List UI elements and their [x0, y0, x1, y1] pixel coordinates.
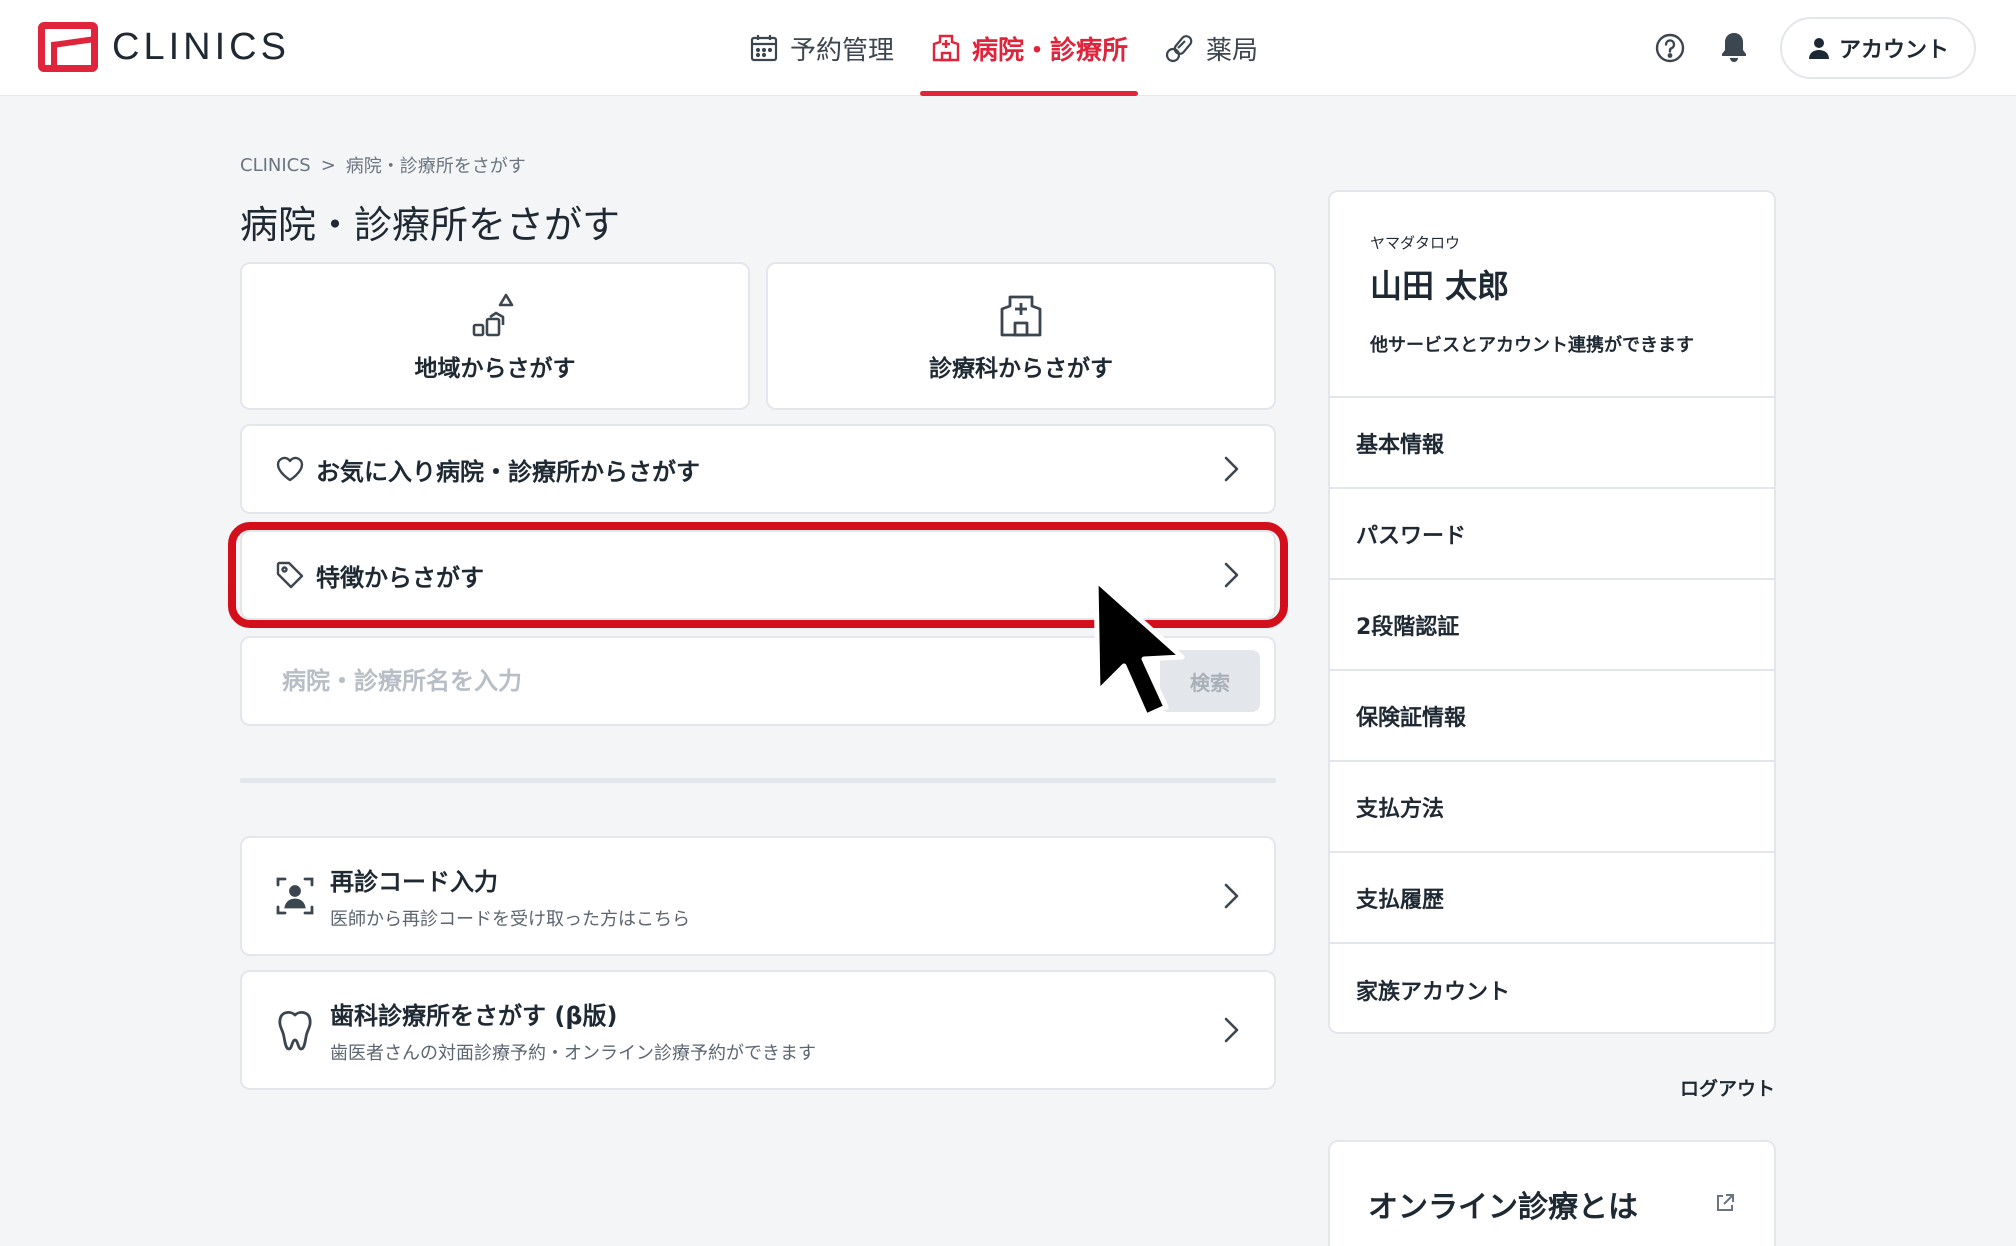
account-button-label: アカウント	[1838, 38, 1949, 63]
hospital-name-input[interactable]	[282, 667, 1160, 695]
logo-text: CLINICS	[112, 25, 290, 68]
search-by-area-card[interactable]: 地域からさがす	[240, 262, 750, 410]
sidebar-item-password[interactable]: パスワード	[1330, 489, 1774, 580]
nav-item-pharmacy[interactable]: 薬局	[1146, 0, 1276, 96]
nav-item-reservations[interactable]: 予約管理	[730, 0, 912, 96]
favorites-search-row[interactable]: お気に入り病院・診療所からさがす	[240, 424, 1276, 514]
search-button[interactable]: 検索	[1160, 650, 1260, 712]
user-name: 山田 太郎	[1370, 267, 1510, 305]
nav-item-label: 薬局	[1206, 35, 1259, 66]
nav-item-label: 病院・診療所	[972, 35, 1129, 66]
search-by-area-label: 地域からさがす	[414, 356, 576, 382]
section-divider	[240, 778, 1276, 783]
revisit-code-subtitle: 医師から再診コードを受け取った方はこちら	[330, 908, 690, 930]
revisit-code-text: 再診コード入力 医師から再診コードを受け取った方はこちら	[330, 862, 1220, 931]
user-name-kana: ヤマダタロウ	[1370, 234, 1461, 252]
nav-item-label: 予約管理	[790, 35, 895, 66]
main-nav: 予約管理 病院・診療所 薬局	[730, 0, 1276, 96]
sidebar-item-payment-history[interactable]: 支払履歴	[1330, 853, 1774, 944]
profile-section: ヤマダタロウ 山田 太郎 他サービスとアカウント連携ができます	[1330, 192, 1774, 398]
heart-icon	[276, 456, 304, 482]
tooth-icon	[278, 1011, 312, 1051]
dental-search-text: 歯科診療所をさがす (β版) 歯医者さんの対面診療予約・オンライン診療予約ができ…	[330, 996, 1220, 1065]
tag-icon	[276, 561, 304, 589]
account-button[interactable]: アカウント	[1780, 17, 1976, 79]
help-icon[interactable]	[1654, 32, 1686, 64]
breadcrumb-separator: >	[320, 154, 336, 176]
user-icon	[1808, 38, 1829, 59]
account-link-note[interactable]: 他サービスとアカウント連携ができます	[1370, 331, 1734, 357]
sidebar-item-family-account[interactable]: 家族アカウント	[1330, 944, 1774, 1032]
hospital-building-icon	[1000, 295, 1042, 337]
chevron-right-icon	[1224, 1017, 1239, 1043]
features-search-row[interactable]: 特徴からさがす	[240, 530, 1276, 620]
sidebar-item-payment-method[interactable]: 支払方法	[1330, 762, 1774, 853]
external-link-icon	[1717, 1194, 1734, 1211]
search-by-department-label: 診療科からさがす	[929, 356, 1113, 382]
clinics-logo[interactable]: CLINICS	[38, 22, 290, 72]
account-sidebar: ヤマダタロウ 山田 太郎 他サービスとアカウント連携ができます 基本情報 パスワ…	[1328, 190, 1776, 1034]
page-title: 病院・診療所をさがす	[240, 203, 621, 247]
pill-icon	[1165, 35, 1193, 63]
nav-item-hospitals[interactable]: 病院・診療所	[912, 0, 1146, 96]
face-scan-icon	[276, 877, 314, 915]
favorites-search-label: お気に入り病院・診療所からさがす	[316, 457, 700, 486]
calendar-icon	[750, 35, 778, 62]
dental-search-row[interactable]: 歯科診療所をさがす (β版) 歯医者さんの対面診療予約・オンライン診療予約ができ…	[240, 970, 1276, 1090]
clinics-logo-icon	[38, 22, 98, 72]
chevron-right-icon	[1224, 883, 1239, 909]
logout-link[interactable]: ログアウト	[1680, 1074, 1775, 1101]
breadcrumb-current: 病院・診療所をさがす	[345, 156, 526, 177]
chevron-right-icon	[1224, 456, 1239, 482]
area-blocks-icon	[472, 293, 514, 337]
bell-icon[interactable]	[1718, 30, 1750, 64]
breadcrumb-home-link[interactable]: CLINICS	[240, 155, 311, 176]
sidebar-item-basic-info[interactable]: 基本情報	[1330, 398, 1774, 489]
breadcrumb: CLINICS > 病院・診療所をさがす	[240, 152, 526, 178]
hospital-icon	[932, 34, 960, 62]
top-header: CLINICS 予約管理 病院・診療所 薬局 アカウント	[0, 0, 2016, 96]
sidebar-item-insurance[interactable]: 保険証情報	[1330, 671, 1774, 762]
online-consultation-card[interactable]: オンライン診療とは	[1328, 1140, 1776, 1246]
online-consultation-title: オンライン診療とは	[1368, 1190, 1638, 1225]
hospital-name-search: 検索	[240, 636, 1276, 726]
chevron-right-icon	[1224, 562, 1239, 588]
revisit-code-title: 再診コード入力	[330, 867, 498, 896]
dental-search-subtitle: 歯医者さんの対面診療予約・オンライン診療予約ができます	[330, 1042, 816, 1064]
revisit-code-row[interactable]: 再診コード入力 医師から再診コードを受け取った方はこちら	[240, 836, 1276, 956]
dental-search-title: 歯科診療所をさがす (β版)	[330, 1001, 618, 1030]
sidebar-item-two-factor[interactable]: 2段階認証	[1330, 580, 1774, 671]
features-search-label: 特徴からさがす	[316, 563, 484, 592]
search-by-department-card[interactable]: 診療科からさがす	[766, 262, 1276, 410]
